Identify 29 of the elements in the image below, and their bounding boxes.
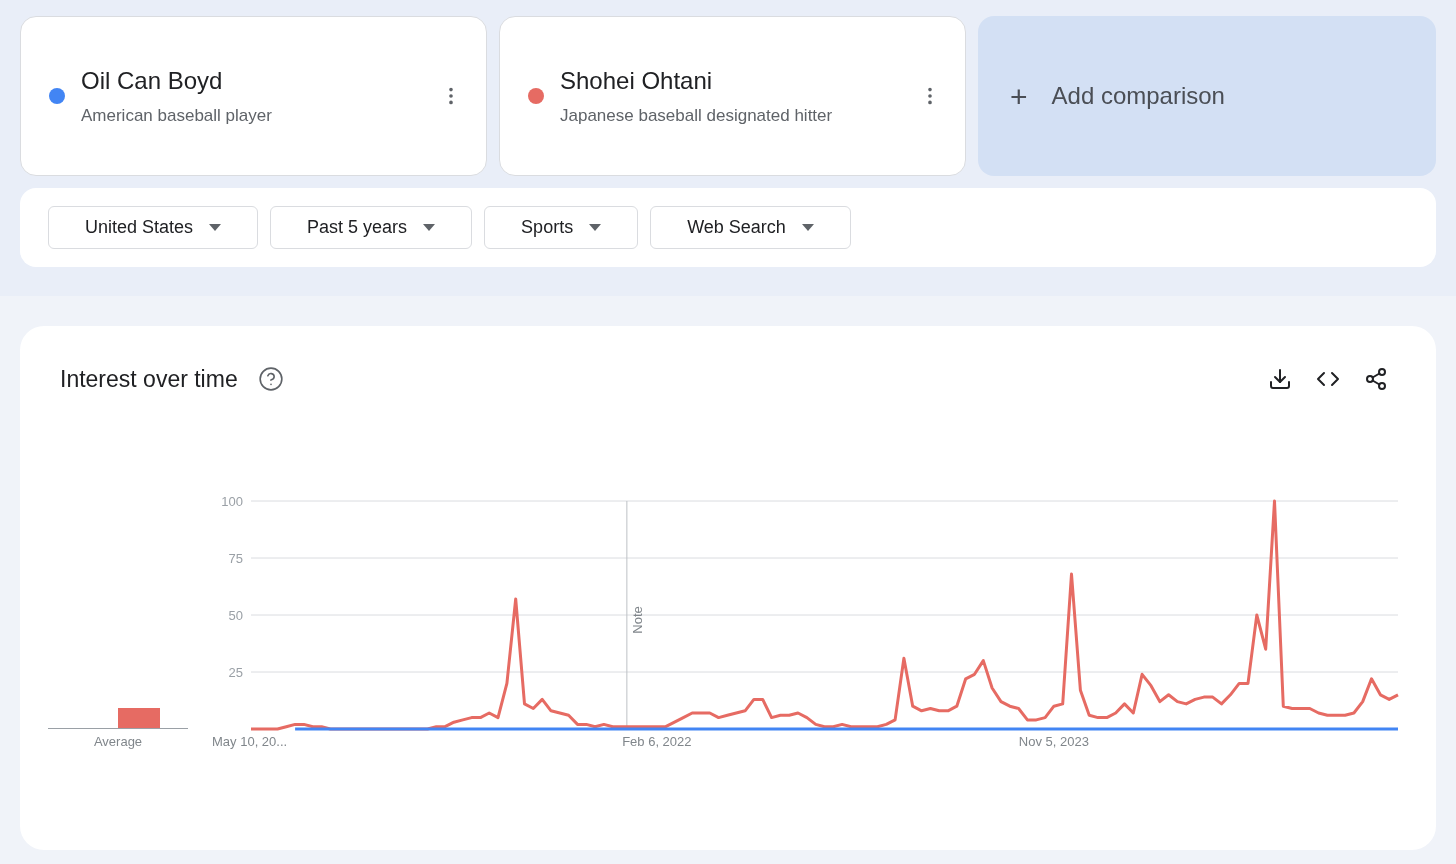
- average-bar: [118, 707, 160, 728]
- search-term-card[interactable]: Oil Can Boyd American baseball player: [20, 16, 487, 176]
- card-title: Interest over time: [60, 365, 238, 394]
- add-comparison-button[interactable]: + Add comparison: [978, 16, 1436, 176]
- note-label: Note: [629, 605, 645, 634]
- help-icon[interactable]: [257, 366, 284, 393]
- axis-label: 100: [221, 493, 243, 509]
- filter-dropdown[interactable]: Sports: [484, 206, 639, 249]
- axis-label: Feb 6, 2022: [622, 733, 692, 749]
- filter-dropdown[interactable]: Web Search: [650, 206, 851, 249]
- caret-icon: [423, 224, 436, 231]
- search-term-card[interactable]: Shohei Ohtani Japanese baseball designated hitter: [499, 16, 966, 176]
- filter-dropdown[interactable]: United States: [48, 206, 259, 249]
- term-name: Oil Can Boyd: [81, 66, 224, 97]
- axis-label: May 10, 20...: [212, 733, 288, 749]
- caret-icon: [209, 224, 222, 231]
- average-label: Average: [93, 732, 143, 751]
- axis-label: 75: [228, 550, 243, 566]
- term-description: Japanese baseball designated hitter: [560, 105, 834, 128]
- term-name: Shohei Ohtani: [560, 66, 714, 97]
- term-description: American baseball player: [81, 105, 273, 128]
- axis-label: 50: [228, 607, 243, 623]
- caret-icon: [801, 224, 814, 231]
- filter-dropdown[interactable]: Past 5 years: [270, 206, 473, 249]
- axis-label: Nov 5, 2023: [1018, 733, 1089, 749]
- share-icon[interactable]: [1364, 367, 1388, 392]
- download-icon[interactable]: [1268, 367, 1292, 392]
- axis-label: 25: [228, 664, 243, 680]
- caret-icon: [589, 224, 602, 231]
